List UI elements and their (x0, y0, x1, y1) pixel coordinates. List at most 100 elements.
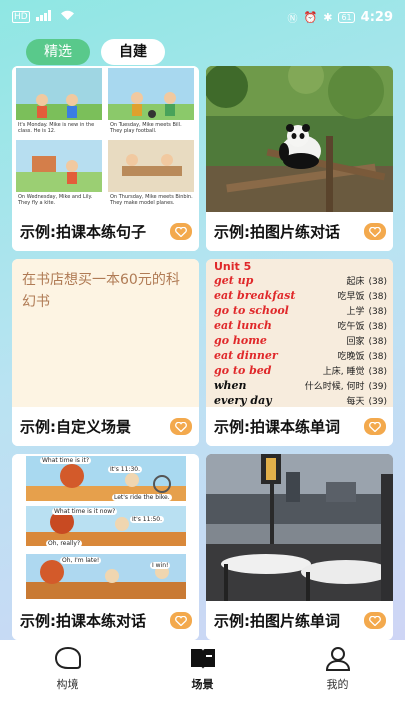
vocab-chinese: 上学 (346, 307, 365, 317)
vocab-page: (38) (368, 292, 387, 302)
nav-item-scenes[interactable]: 场景 (158, 646, 248, 720)
vocab-english: go home (214, 334, 267, 347)
vocab-row: go to bed 上床, 睡觉 (38) (214, 363, 387, 378)
heart-icon (175, 421, 187, 432)
status-bar: HD Ⓝ ⏰ ✱ 61 4:29 (0, 0, 405, 34)
comic-book-image: It's Monday. Mike is new in the class. H… (12, 66, 199, 212)
heart-icon (369, 226, 381, 237)
vocab-list: get up 起床 (38) eat breakfast 吃早饭 (38) go to sc… (214, 273, 387, 408)
heart-icon (175, 615, 187, 626)
scene-card[interactable]: 在书店想买一本60元的科幻书 示例:自定义场景 (12, 259, 199, 446)
wifi-icon (60, 10, 75, 24)
vocab-meaning: 吃午饭 (38) (338, 320, 388, 335)
card-label-row: 示例:拍课本练对话 (12, 601, 199, 640)
scene-card[interactable]: It's Monday. Mike is new in the class. H… (12, 66, 199, 251)
vocab-english: eat breakfast (214, 289, 296, 302)
vocab-row: go to school 上学 (38) (214, 303, 387, 318)
comic-caption-4: On Thursday, Mike meets Binbin. They mak… (110, 194, 193, 206)
card-title: 示例:拍图片练对话 (214, 223, 340, 241)
comic-caption-3: On Wednesday, Mike and Lily. They fly a … (18, 194, 93, 206)
favorite-button[interactable] (364, 223, 386, 240)
vocab-chinese: 起床 (346, 277, 365, 287)
vocab-meaning: 起床 (38) (347, 275, 388, 290)
favorite-button[interactable] (364, 612, 386, 629)
card-title: 示例:拍课本练单词 (214, 418, 340, 436)
scene-card[interactable]: Unit 5 get up 起床 (38) eat breakfast 吃早饭 (38) g… (206, 259, 393, 446)
vocab-page: (39) (368, 382, 387, 392)
vocab-meaning: 什么时候, 何时 (39) (305, 380, 387, 395)
speech-bubble: What time is it? (40, 457, 92, 464)
battery-icon: 61 (338, 11, 355, 23)
vocab-page: (38) (368, 322, 387, 332)
speech-bubble: Oh, really? (46, 540, 83, 547)
vocab-english: every day (214, 394, 272, 407)
chat-bubble-icon (54, 646, 81, 669)
card-label-row: 示例:拍课本练单词 (206, 407, 393, 446)
vocab-page: (38) (368, 337, 387, 347)
speech-bubble: Oh, I'm late! (60, 557, 102, 564)
status-left: HD (12, 10, 75, 24)
vocab-chinese: 每天 (346, 397, 365, 407)
nav-item-profile[interactable]: 我的 (293, 646, 383, 720)
vocab-chinese: 上床, 睡觉 (322, 367, 365, 377)
favorite-button[interactable] (364, 418, 386, 435)
custom-scene-panel: 在书店想买一本60元的科幻书 (12, 259, 199, 407)
vocab-chinese: 吃晚饭 (337, 352, 365, 362)
vocab-chinese: 吃午饭 (337, 322, 365, 332)
vocab-row: every day 每天 (39) (214, 393, 387, 408)
vocab-meaning: 上床, 睡觉 (38) (323, 365, 387, 380)
vocab-row: eat dinner 吃晚饭 (38) (214, 348, 387, 363)
favorite-button[interactable] (170, 612, 192, 629)
vocab-english: go to school (214, 304, 289, 317)
vocab-meaning: 吃早饭 (38) (338, 290, 388, 305)
vocab-meaning: 上学 (38) (347, 305, 388, 320)
vocab-page: (38) (368, 367, 387, 377)
vocab-meaning: 回家 (38) (347, 335, 388, 350)
comic-dialogue-image: What time is it? It's 11:30. Let's ride … (12, 454, 199, 601)
heart-icon (369, 615, 381, 626)
card-label-row: 示例:拍图片练对话 (206, 212, 393, 251)
vocab-row: eat breakfast 吃早饭 (38) (214, 288, 387, 303)
scene-card[interactable]: 示例:拍图片练对话 (206, 66, 393, 251)
vocab-row: when 什么时候, 何时 (39) (214, 378, 387, 393)
heart-icon (369, 421, 381, 432)
comic-caption-2: On Tuesday, Mike meets Bill. They play f… (110, 122, 182, 134)
speech-bubble: It's 11:50. (130, 516, 165, 523)
comic-caption-1: It's Monday. Mike is new in the class. H… (18, 122, 95, 134)
vocab-list-image: Unit 5 get up 起床 (38) eat breakfast 吃早饭 (38) g… (206, 259, 393, 407)
alarm-icon: ⏰ (303, 10, 318, 24)
tab-featured[interactable]: 精选 (26, 39, 90, 65)
favorite-button[interactable] (170, 418, 192, 435)
card-title: 示例:自定义场景 (20, 418, 131, 436)
scene-card[interactable]: 示例:拍图片练单词 (206, 454, 393, 640)
vocab-page: (39) (368, 397, 387, 407)
tab-custom[interactable]: 自建 (101, 39, 165, 65)
nav-item-build[interactable]: 构境 (23, 646, 113, 720)
nav-label: 构境 (56, 678, 79, 691)
nav-label: 场景 (191, 678, 214, 691)
card-label-row: 示例:自定义场景 (12, 407, 199, 446)
vocab-row: go home 回家 (38) (214, 333, 387, 348)
vocab-chinese: 回家 (346, 337, 365, 347)
speech-bubble: Let's ride the bike. (112, 494, 172, 501)
card-label-row: 示例:拍图片练单词 (206, 601, 393, 640)
bottom-nav: 构境 场景 我的 (0, 640, 405, 720)
vocab-meaning: 吃晚饭 (38) (338, 350, 388, 365)
vocab-english: eat lunch (214, 319, 272, 332)
vocab-page: (38) (368, 307, 387, 317)
custom-scene-text: 在书店想买一本60元的科幻书 (22, 272, 180, 310)
vocab-english: when (214, 379, 247, 392)
vocab-heading: Unit 5 (214, 260, 252, 273)
scene-card[interactable]: What time is it? It's 11:30. Let's ride … (12, 454, 199, 640)
vocab-english: eat dinner (214, 349, 278, 362)
vocab-row: get up 起床 (38) (214, 273, 387, 288)
signal-icon (35, 10, 54, 24)
card-label-row: 示例:拍课本练句子 (12, 212, 199, 251)
vocab-page: (38) (368, 352, 387, 362)
heart-icon (175, 226, 187, 237)
vocab-english: go to bed (214, 364, 272, 377)
panda-photo-image (206, 66, 393, 212)
vocab-page: (38) (368, 277, 387, 287)
favorite-button[interactable] (170, 223, 192, 240)
person-icon (325, 647, 350, 671)
